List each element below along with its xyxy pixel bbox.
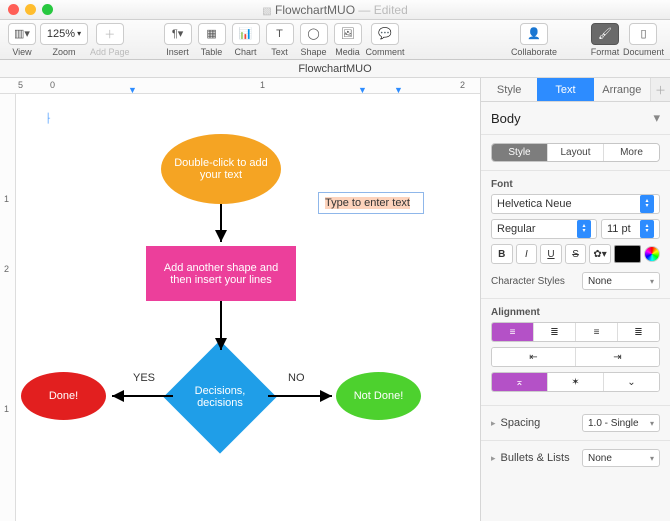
doc-name: FlowchartMUO — [275, 3, 355, 17]
media-icon: 🖼 — [341, 27, 355, 40]
collaborate-icon: 👤 — [527, 27, 541, 40]
label-no: NO — [288, 372, 305, 384]
tab-arrange[interactable]: Arrange — [594, 78, 650, 101]
view-button[interactable]: ▥▾ View — [6, 23, 38, 57]
italic-button[interactable]: I — [516, 244, 538, 264]
chart-button[interactable]: 📊Chart — [230, 23, 262, 57]
page-sheet[interactable]: ⸠ Double-click to add your text Add anot… — [16, 94, 480, 521]
window-titlebar: ▧ FlowchartMUO — Edited — [0, 0, 670, 20]
document-button[interactable]: ▯Document — [623, 23, 664, 57]
font-weight-select[interactable]: Regular ▴▾ — [491, 219, 597, 239]
text-color-swatch[interactable] — [614, 245, 641, 263]
align-right-button[interactable]: ≡ — [576, 323, 618, 341]
spacing-select[interactable]: 1.0 - Single▾ — [582, 414, 660, 432]
table-icon: ▦ — [206, 27, 216, 40]
sidebar-icon: ▥▾ — [14, 27, 30, 40]
document-subtitle: FlowchartMUO — [0, 60, 670, 78]
media-button[interactable]: 🖼Media — [332, 23, 364, 57]
font-section-label: Font — [491, 179, 660, 190]
paragraph-style-picker[interactable]: Body ▾ — [491, 110, 660, 126]
indent-segment[interactable]: ⇤ ⇥ — [491, 347, 660, 367]
strikethrough-button[interactable]: S — [565, 244, 587, 264]
add-tab-button[interactable]: ＋ — [650, 78, 670, 101]
valign-middle-button[interactable]: ✶ — [548, 373, 604, 391]
label-yes: YES — [133, 372, 155, 384]
shape-icon: ◯ — [307, 27, 319, 40]
collaborate-button[interactable]: 👤Collaborate — [511, 23, 557, 57]
text-subtab-segment[interactable]: Style Layout More — [491, 143, 660, 162]
comment-button[interactable]: 💬Comment — [366, 23, 405, 57]
zoom-button[interactable]: 125%▾ Zoom — [40, 23, 88, 57]
color-wheel-icon[interactable] — [644, 246, 660, 262]
main-area: 5 0 1 2 ▼ ▼ ▼ 1 2 1 ⸠ Double-click to ad… — [0, 78, 670, 521]
main-toolbar: ▥▾ View 125%▾ Zoom ＋ Add Page ¶▾Insert ▦… — [0, 20, 670, 60]
spacing-disclosure[interactable]: ▸ Spacing — [491, 417, 540, 429]
flowchart-terminator-done[interactable]: Done! — [21, 372, 106, 420]
subtab-more[interactable]: More — [604, 144, 659, 161]
valign-top-button[interactable]: ⌅ — [492, 373, 548, 391]
document-icon: ▯ — [640, 27, 646, 40]
align-left-button[interactable]: ≡ — [492, 323, 534, 341]
insertion-cursor: ⸠ — [46, 110, 52, 125]
flowchart-process[interactable]: Add another shape and then insert your l… — [146, 246, 296, 301]
text-entry-box[interactable]: Type to enter text — [318, 192, 424, 214]
shape-button[interactable]: ◯Shape — [298, 23, 330, 57]
stepper-icon: ▴▾ — [640, 220, 654, 238]
bold-button[interactable]: B — [491, 244, 513, 264]
gear-icon: ✿▾ — [593, 249, 606, 260]
character-styles-select[interactable]: None▾ — [582, 272, 660, 290]
triangle-right-icon: ▸ — [491, 453, 496, 464]
outdent-button[interactable]: ⇤ — [492, 348, 576, 366]
underline-button[interactable]: U — [540, 244, 562, 264]
chevron-down-icon: ▾ — [650, 419, 654, 428]
subtab-style[interactable]: Style — [492, 144, 548, 161]
insert-icon: ¶▾ — [172, 27, 183, 40]
add-page-button[interactable]: ＋ Add Page — [90, 23, 130, 57]
flowchart-terminator-notdone[interactable]: Not Done! — [336, 372, 421, 420]
plus-icon: ＋ — [104, 26, 115, 42]
ruler-horizontal: 5 0 1 2 ▼ ▼ ▼ — [0, 78, 480, 94]
chart-icon: 📊 — [239, 27, 253, 40]
zoom-value: 125% — [47, 28, 75, 40]
stepper-icon: ▴▾ — [640, 195, 654, 213]
format-button[interactable]: 🖌Format — [589, 23, 621, 57]
align-center-button[interactable]: ≣ — [534, 323, 576, 341]
flowchart-terminator-start[interactable]: Double-click to add your text — [161, 134, 281, 204]
stepper-icon: ▴▾ — [577, 220, 591, 238]
flowchart-decision[interactable]: Decisions, decisions — [163, 340, 276, 453]
font-size-field[interactable]: 11 pt ▴▾ — [601, 219, 660, 239]
table-button[interactable]: ▦Table — [196, 23, 228, 57]
bullets-disclosure[interactable]: ▸ Bullets & Lists — [491, 452, 570, 464]
chevron-down-icon: ▾ — [653, 110, 660, 126]
text-button[interactable]: TText — [264, 23, 296, 57]
window-title: ▧ FlowchartMUO — Edited — [0, 3, 670, 17]
tab-text[interactable]: Text — [537, 78, 593, 101]
vertical-align-segment[interactable]: ⌅ ✶ ⌄ — [491, 372, 660, 392]
document-icon: ▧ — [262, 6, 271, 17]
subtab-layout[interactable]: Layout — [548, 144, 604, 161]
text-icon: T — [276, 28, 283, 40]
valign-bottom-button[interactable]: ⌄ — [604, 373, 659, 391]
format-inspector: Style Text Arrange ＋ Body ▾ Style Layout… — [480, 78, 670, 521]
inspector-tabs: Style Text Arrange ＋ — [481, 78, 670, 102]
chevron-down-icon: ▾ — [650, 277, 654, 286]
bullets-select[interactable]: None▾ — [582, 449, 660, 467]
ruler-vertical: 1 2 1 — [0, 94, 16, 521]
char-styles-label: Character Styles — [491, 276, 565, 287]
doc-status: Edited — [374, 3, 408, 17]
horizontal-align-segment[interactable]: ≡ ≣ ≡ ≣ — [491, 322, 660, 342]
text-options-gear-button[interactable]: ✿▾ — [589, 244, 611, 264]
canvas-area: 5 0 1 2 ▼ ▼ ▼ 1 2 1 ⸠ Double-click to ad… — [0, 78, 480, 521]
align-justify-button[interactable]: ≣ — [618, 323, 659, 341]
comment-icon: 💬 — [378, 27, 392, 40]
font-family-select[interactable]: Helvetica Neue ▴▾ — [491, 194, 660, 214]
tab-style[interactable]: Style — [481, 78, 537, 101]
canvas-body[interactable]: 1 2 1 ⸠ Double-click to add your text Ad… — [0, 94, 480, 521]
alignment-label: Alignment — [491, 307, 660, 318]
chevron-down-icon: ▾ — [650, 454, 654, 463]
indent-button[interactable]: ⇥ — [576, 348, 659, 366]
brush-icon: 🖌 — [598, 27, 612, 40]
triangle-right-icon: ▸ — [491, 418, 496, 429]
insert-button[interactable]: ¶▾Insert — [162, 23, 194, 57]
